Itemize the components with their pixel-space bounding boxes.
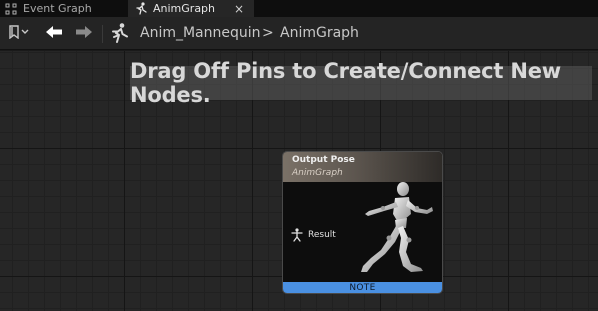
- breadcrumb-item-anim-mannequin[interactable]: Anim_Mannequin: [140, 23, 261, 43]
- tab-animgraph[interactable]: AnimGraph ×: [128, 0, 254, 17]
- canvas-hint: Drag Off Pins to Create/Connect New Node…: [130, 59, 592, 107]
- tab-bar: Event Graph AnimGraph ×: [0, 0, 598, 17]
- forward-arrow-icon: [75, 24, 93, 43]
- breadcrumb-separator: >: [262, 25, 274, 41]
- node-subtitle: AnimGraph: [292, 168, 343, 178]
- output-pose-node[interactable]: Output Pose AnimGraph Result NOTE: [282, 151, 443, 294]
- breadcrumb-item-animgraph[interactable]: AnimGraph: [280, 23, 359, 43]
- tab-event-graph[interactable]: Event Graph: [0, 0, 128, 17]
- tab-label: AnimGraph: [153, 2, 216, 15]
- running-man-icon: [134, 1, 148, 16]
- forward-button[interactable]: [72, 23, 96, 43]
- event-graph-icon: [4, 2, 18, 16]
- pin-label: Result: [308, 230, 336, 240]
- graph-toolbar: Anim_Mannequin > AnimGraph: [0, 17, 598, 50]
- back-arrow-icon: [45, 24, 63, 43]
- close-icon[interactable]: ×: [234, 0, 244, 17]
- pose-pin-icon: [291, 228, 303, 242]
- toolbar-divider: [102, 25, 103, 43]
- bookmark-button[interactable]: [4, 23, 34, 43]
- result-pin[interactable]: Result: [291, 228, 336, 242]
- node-header[interactable]: Output Pose AnimGraph: [283, 152, 442, 182]
- mannequin-figure: [351, 180, 441, 280]
- tab-label: Event Graph: [23, 2, 92, 15]
- back-button[interactable]: [42, 23, 66, 43]
- node-title: Output Pose: [292, 155, 355, 165]
- running-man-icon: [108, 22, 130, 44]
- bookmark-icon: [8, 24, 30, 43]
- note-bar[interactable]: NOTE: [283, 282, 442, 293]
